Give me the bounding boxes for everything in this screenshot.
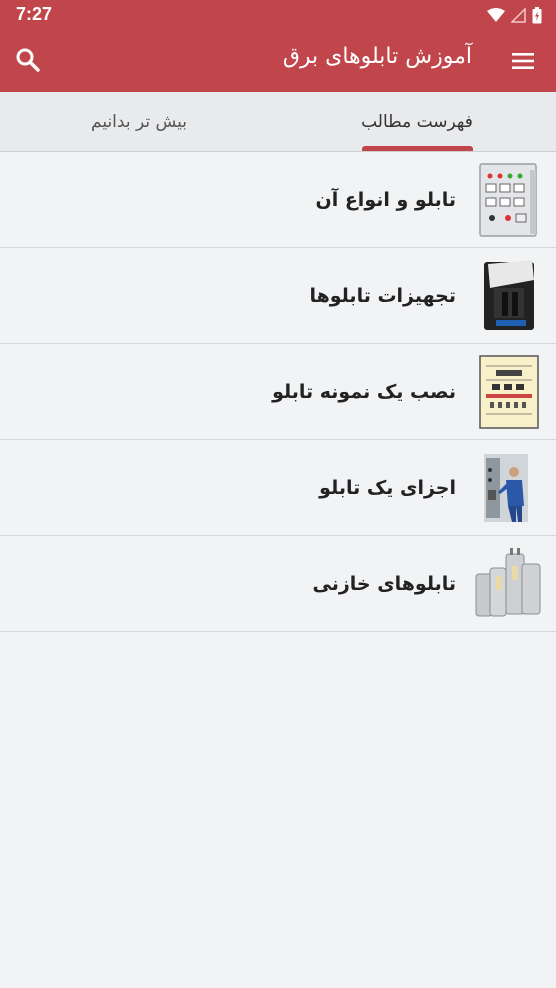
list-item-label: تابلوهای خازنی	[312, 572, 456, 595]
list-item[interactable]: اجزای یک تابلو	[0, 440, 556, 536]
list-item-label: نصب یک نمونه تابلو	[272, 380, 456, 403]
list-item-label: اجزای یک تابلو	[319, 476, 456, 499]
wifi-icon	[487, 7, 505, 22]
tab-learn-more[interactable]: بیش تر بدانیم	[0, 92, 278, 151]
status-time: 7:27	[16, 4, 53, 24]
status-icons	[487, 6, 542, 24]
tab-bar: فهرست مطالب بیش تر بدانیم	[0, 92, 556, 152]
battery-icon	[532, 6, 542, 23]
menu-icon[interactable]	[510, 48, 536, 74]
technician-image	[484, 454, 528, 522]
signal-icon	[511, 7, 526, 23]
active-tab-indicator	[362, 146, 473, 151]
list-item-label: تابلو و انواع آن	[315, 188, 456, 211]
capacitors-image	[475, 548, 541, 617]
control-panel-image	[479, 163, 537, 237]
app-title: آموزش تابلوهای برق	[282, 44, 472, 69]
status-bar: 7:27	[0, 0, 556, 30]
panel-diagram-image	[479, 355, 539, 429]
topics-list: تابلو و انواع آن تجهیزات تابلوها نصب یک …	[0, 152, 556, 632]
tab-contents[interactable]: فهرست مطالب	[278, 92, 556, 151]
switch-device-image	[484, 260, 534, 330]
list-item[interactable]: نصب یک نمونه تابلو	[0, 344, 556, 440]
app-bar: آموزش تابلوهای برق	[0, 30, 556, 92]
list-item[interactable]: تجهیزات تابلوها	[0, 248, 556, 344]
list-item[interactable]: تابلو و انواع آن	[0, 152, 556, 248]
list-item-label: تجهیزات تابلوها	[309, 284, 456, 307]
list-item[interactable]: تابلوهای خازنی	[0, 536, 556, 632]
search-icon[interactable]	[14, 46, 42, 74]
